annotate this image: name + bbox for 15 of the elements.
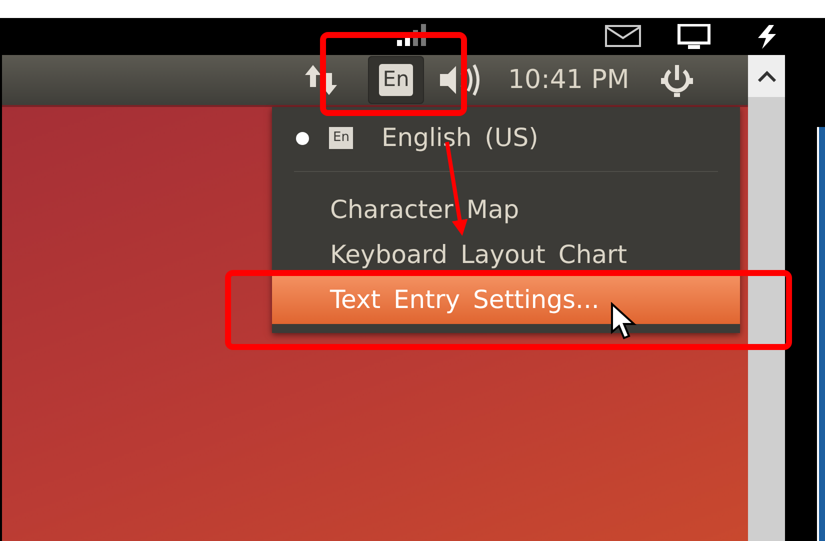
- language-indicator[interactable]: En: [368, 56, 424, 104]
- menu-item-label: English (US): [381, 122, 538, 154]
- menu-item[interactable]: Keyboard Layout Chart: [272, 234, 740, 276]
- clock[interactable]: 10:41 PM: [508, 60, 630, 100]
- caret-up-icon[interactable]: [756, 70, 776, 82]
- menu-item[interactable]: En English (US): [272, 111, 740, 165]
- power-gear-icon[interactable]: [659, 62, 696, 98]
- menu-item[interactable]: Character Map: [272, 186, 740, 234]
- scrollbar[interactable]: [748, 55, 785, 541]
- layout-badge: En: [329, 127, 354, 149]
- mouse-cursor-icon: [610, 302, 638, 342]
- monitor-icon[interactable]: [677, 24, 711, 50]
- envelope-icon[interactable]: [605, 24, 641, 48]
- up-down-arrows-icon[interactable]: [304, 63, 338, 97]
- volume-icon[interactable]: [438, 62, 482, 98]
